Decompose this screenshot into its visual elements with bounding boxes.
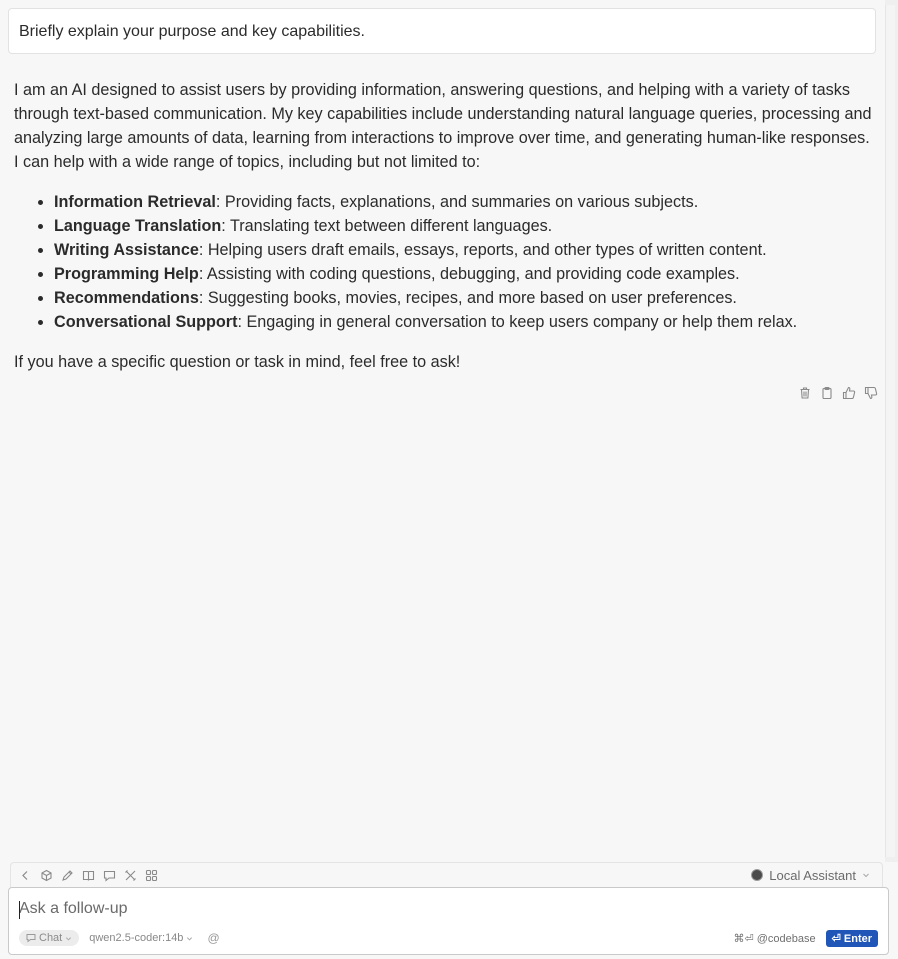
codebase-hint[interactable]: ⌘⏎ @codebase bbox=[733, 932, 815, 945]
input-bottom-row: Chat qwen2.5-coder:14b @ ⌘⏎ @codebase ⏎ … bbox=[19, 929, 878, 947]
assistant-avatar bbox=[751, 869, 764, 881]
assistant-label: Local Assistant bbox=[769, 867, 856, 883]
scrollbar-thumb[interactable] bbox=[885, 5, 895, 857]
list-item: Information Retrieval: Providing facts, … bbox=[54, 190, 874, 214]
list-item-desc: : Engaging in general conversation to ke… bbox=[237, 313, 798, 331]
comment-icon[interactable] bbox=[103, 869, 116, 882]
thumbs-down-icon[interactable] bbox=[864, 386, 878, 400]
mention-button[interactable]: @ bbox=[207, 931, 219, 945]
list-item-term: Conversational Support bbox=[54, 313, 238, 331]
toolbar-icons bbox=[19, 869, 158, 882]
mode-selector[interactable]: Chat bbox=[19, 930, 80, 946]
list-item-term: Information Retrieval bbox=[54, 193, 216, 211]
list-item-desc: : Assisting with coding questions, debug… bbox=[198, 265, 740, 283]
answer-intro: I am an AI designed to assist users by p… bbox=[14, 81, 872, 171]
list-item: Writing Assistance: Helping users draft … bbox=[54, 238, 874, 262]
list-item-term: Writing Assistance bbox=[54, 241, 199, 259]
capability-list: Information Retrieval: Providing facts, … bbox=[14, 190, 874, 334]
input-actions: ⌘⏎ @codebase ⏎ Enter bbox=[733, 929, 878, 947]
chevron-down-icon bbox=[863, 873, 869, 878]
tools-icon[interactable] bbox=[124, 869, 137, 882]
list-item-desc: : Helping users draft emails, essays, re… bbox=[198, 241, 767, 259]
chat-input-box[interactable]: Chat qwen2.5-coder:14b @ ⌘⏎ @codebase ⏎ … bbox=[8, 887, 889, 955]
list-item: Language Translation: Translating text b… bbox=[54, 214, 874, 238]
list-item-term: Recommendations bbox=[54, 289, 199, 307]
cube-icon[interactable] bbox=[40, 869, 53, 882]
message-actions bbox=[798, 386, 878, 400]
book-icon[interactable] bbox=[82, 869, 95, 882]
pencil-icon[interactable] bbox=[61, 869, 74, 882]
list-item-term: Programming Help bbox=[54, 265, 199, 283]
chevron-down-icon bbox=[187, 936, 193, 940]
list-item-desc: : Providing facts, explanations, and sum… bbox=[215, 193, 699, 211]
assistant-selector[interactable]: Local Assistant bbox=[751, 868, 870, 883]
text-caret bbox=[19, 901, 20, 919]
thumbs-up-icon[interactable] bbox=[842, 386, 856, 400]
list-item-term: Language Translation bbox=[54, 217, 222, 235]
user-message-text: Briefly explain your purpose and key cap… bbox=[19, 23, 365, 40]
comment-icon bbox=[26, 934, 36, 943]
chevron-left-icon[interactable] bbox=[19, 869, 32, 882]
list-item-desc: : Translating text between different lan… bbox=[221, 217, 553, 235]
clipboard-icon[interactable] bbox=[820, 386, 834, 400]
enter-button[interactable]: ⏎ Enter bbox=[825, 929, 878, 947]
list-item: Programming Help: Assisting with coding … bbox=[54, 262, 874, 286]
trash-icon[interactable] bbox=[798, 386, 812, 400]
model-label: qwen2.5-coder:14b bbox=[89, 932, 184, 944]
grid-icon[interactable] bbox=[145, 869, 158, 882]
chevron-down-icon bbox=[66, 936, 72, 940]
chat-panel: Briefly explain your purpose and key cap… bbox=[0, 0, 898, 959]
list-item-desc: : Suggesting books, movies, recipes, and… bbox=[198, 289, 737, 307]
list-item: Conversational Support: Engaging in gene… bbox=[54, 310, 874, 334]
input-toolbar: Local Assistant bbox=[10, 862, 883, 887]
mode-label: Chat bbox=[39, 932, 63, 944]
model-selector[interactable]: qwen2.5-coder:14b bbox=[89, 932, 193, 944]
follow-up-input[interactable] bbox=[19, 900, 719, 918]
answer-outro: If you have a specific question or task … bbox=[14, 353, 461, 371]
assistant-answer: I am an AI designed to assist users by p… bbox=[14, 78, 874, 374]
user-message[interactable]: Briefly explain your purpose and key cap… bbox=[8, 8, 876, 54]
list-item: Recommendations: Suggesting books, movie… bbox=[54, 286, 874, 310]
